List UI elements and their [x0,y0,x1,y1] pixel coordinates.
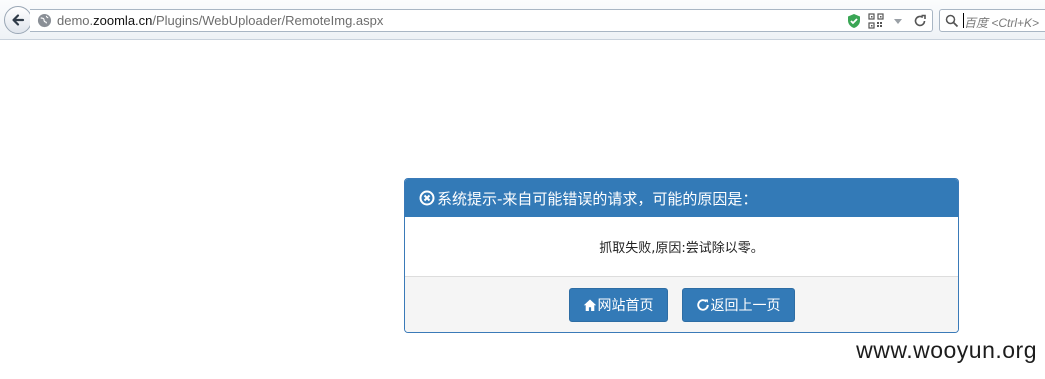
url-host: zoomla.cn [93,13,153,28]
home-icon [583,299,596,311]
dialog-header: 系统提示-来自可能错误的请求，可能的原因是： [405,179,958,217]
url-bar-icons [846,13,928,29]
url-prefix: demo. [57,13,94,28]
dropdown-arrow-icon[interactable] [890,13,906,29]
search-box[interactable]: 百度 <Ctrl+K> [939,9,1045,32]
dialog-title: 系统提示-来自可能错误的请求，可能的原因是： [437,189,758,208]
qr-code-icon[interactable] [868,13,884,29]
home-button-label: 网站首页 [597,297,654,314]
back-page-button-label: 返回上一页 [710,297,781,314]
address-bar[interactable]: demo.zoomla.cn/Plugins/WebUploader/Remot… [30,9,933,32]
dialog-body: 抓取失败,原因:尝试除以零。 [405,217,958,277]
browser-toolbar: demo.zoomla.cn/Plugins/WebUploader/Remot… [0,0,1045,40]
back-page-button[interactable]: 返回上一页 [681,287,795,322]
search-icon [945,14,959,28]
back-arrow-icon [12,14,25,26]
dialog-footer: 网站首页 返回上一页 [405,277,958,332]
back-button[interactable] [4,6,32,34]
refresh-icon [696,298,709,311]
reload-icon[interactable] [912,13,928,29]
url-text[interactable]: demo.zoomla.cn/Plugins/WebUploader/Remot… [57,13,383,29]
times-circle-icon [419,190,435,206]
error-dialog: 系统提示-来自可能错误的请求，可能的原因是： 抓取失败,原因:尝试除以零。 网站… [404,178,959,333]
shield-icon[interactable] [846,13,862,29]
error-message: 抓取失败,原因:尝试除以零。 [599,241,764,256]
globe-icon [37,13,52,28]
home-button[interactable]: 网站首页 [568,287,668,322]
search-placeholder: 百度 <Ctrl+K> [964,16,1040,30]
url-path: /Plugins/WebUploader/RemoteImg.aspx [152,13,384,28]
watermark: www.wooyun.org [856,337,1037,363]
